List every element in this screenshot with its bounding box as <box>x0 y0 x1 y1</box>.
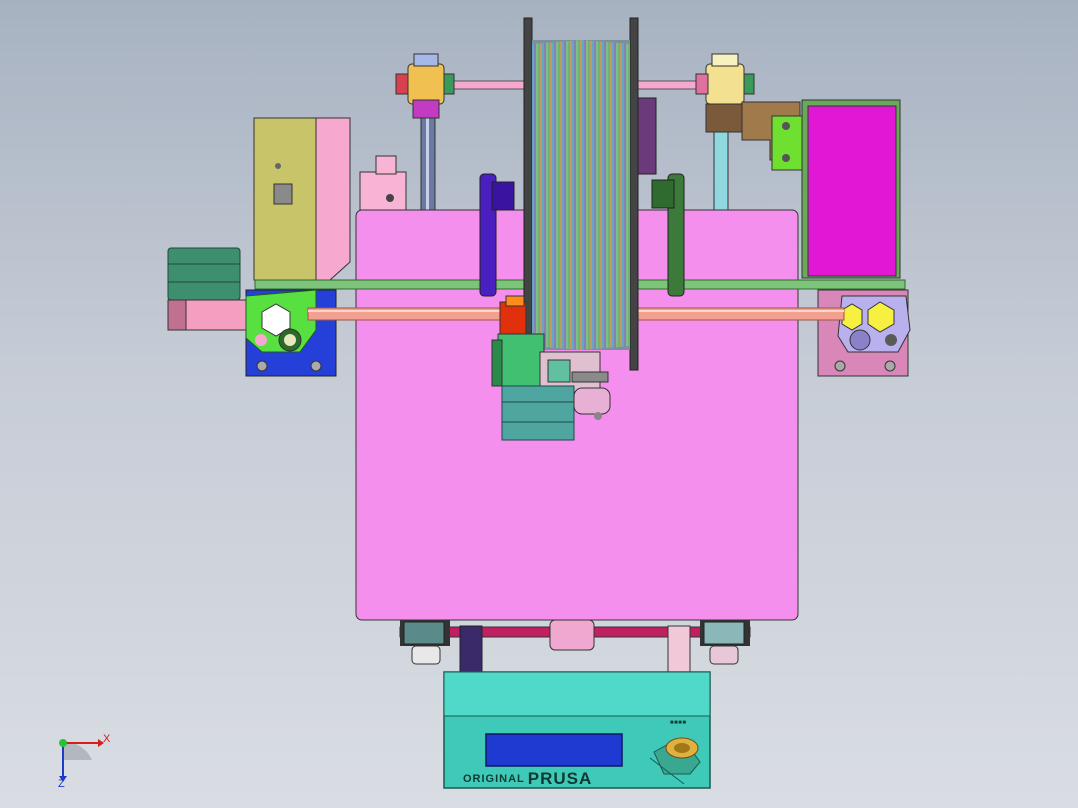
left-top-nut <box>407 63 445 105</box>
axis-z-label: Z <box>58 778 65 790</box>
filament-coil <box>532 40 630 350</box>
left-small-block <box>359 171 407 211</box>
extruder-orange-block <box>499 301 527 335</box>
right-top-nut <box>705 63 745 105</box>
lcd-tiny-label: ■■■■ <box>670 720 687 726</box>
left-motor <box>167 247 241 301</box>
lcd-screen <box>485 733 623 767</box>
extruder-motor <box>501 385 575 441</box>
axis-triad-icon <box>59 739 104 782</box>
spool-right-flange <box>629 17 639 371</box>
extruder-green-body <box>497 333 545 387</box>
cad-viewport[interactable]: ORIGINAL PRUSA ■■■■ X Z <box>0 0 1078 808</box>
axis-x-label: X <box>103 733 111 745</box>
printer-model[interactable] <box>0 0 1078 808</box>
